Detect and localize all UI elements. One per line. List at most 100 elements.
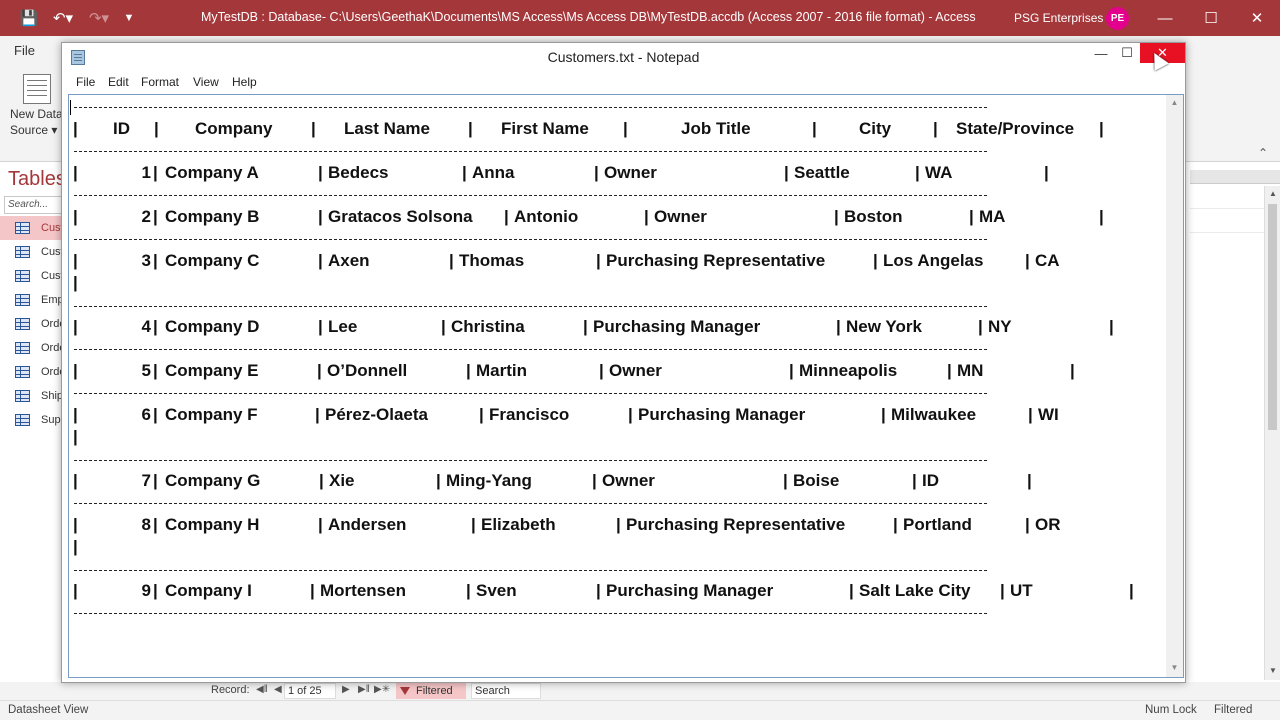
first-record-icon[interactable]: ◀‖ [256, 684, 268, 695]
column-header: First Name [501, 119, 589, 138]
nav-item-label: Customers [41, 270, 62, 282]
column-separator: | [317, 361, 322, 380]
filtered-label: Filtered [416, 685, 453, 697]
customize-toolbar-icon[interactable]: ▼ [120, 0, 138, 36]
table-icon [15, 270, 30, 282]
previous-record-icon[interactable]: ◀ [274, 684, 282, 695]
nav-item-table[interactable]: Shippers [0, 384, 62, 408]
nav-item-table[interactable]: Customers [0, 240, 62, 264]
column-separator: | [154, 119, 159, 138]
column-separator: | [881, 405, 886, 424]
save-icon[interactable]: 💾 [18, 0, 40, 36]
column-separator: | [1099, 119, 1104, 138]
cell-last: O’Donnell [327, 361, 408, 380]
nav-item-table[interactable]: Customers [0, 216, 62, 240]
column-header: Job Title [681, 119, 751, 138]
cell-company: Company D [165, 317, 260, 336]
row-separator [74, 195, 987, 196]
access-titlebar: 💾 ↶▾ ↷▾ ▼ MyTestDB : Database- C:\Users\… [0, 0, 1280, 36]
row-separator [74, 460, 987, 461]
nav-heading[interactable]: Tables [8, 168, 66, 191]
column-separator: | [462, 163, 467, 182]
column-separator: | [153, 207, 158, 226]
notepad-window: Customers.txt - Notepad — ☐ ✕ File Edit … [61, 42, 1186, 683]
cell-last: Xie [329, 471, 355, 490]
row-separator [74, 393, 987, 394]
menu-format[interactable]: Format [141, 75, 179, 89]
cell-job: Owner [654, 207, 707, 226]
next-record-icon[interactable]: ▶ [342, 684, 350, 695]
collapse-ribbon-icon[interactable]: ⌃ [1258, 146, 1268, 160]
row-separator [74, 107, 987, 108]
nav-search-input[interactable]: Search... [4, 196, 62, 214]
cell-first: Francisco [489, 405, 570, 424]
datasheet-vertical-scrollbar[interactable]: ▲ ▼ [1264, 186, 1280, 680]
nav-item-table[interactable]: Orders [0, 360, 62, 384]
column-separator: | [319, 471, 324, 490]
avatar[interactable]: PE [1106, 7, 1129, 30]
column-separator: | [466, 361, 471, 380]
notepad-minimize-icon[interactable]: — [1087, 43, 1115, 63]
column-separator: | [947, 361, 952, 380]
access-minimize-icon[interactable]: — [1142, 0, 1188, 36]
new-record-icon[interactable]: ▶✳ [374, 684, 390, 695]
column-separator: | [471, 515, 476, 534]
cell-city: Milwaukee [891, 405, 977, 424]
notepad-maximize-icon[interactable]: ☐ [1115, 43, 1139, 63]
column-separator: | [318, 207, 323, 226]
nav-item-table[interactable]: Customers [0, 264, 62, 288]
cell-city: Boise [793, 471, 840, 490]
nav-item-table[interactable]: Orders [0, 312, 62, 336]
nav-item-table[interactable]: Employees [0, 288, 62, 312]
notepad-titlebar[interactable]: Customers.txt - Notepad — ☐ ✕ [62, 43, 1185, 72]
table-icon [15, 414, 30, 426]
notepad-scroll-down-icon[interactable]: ▼ [1166, 663, 1183, 672]
row-wrap-pipe: | [73, 273, 78, 292]
filtered-toggle[interactable]: Filtered [396, 683, 466, 699]
new-data-source-button[interactable]: New Data Source ▾ [10, 106, 63, 138]
nav-item-label: Suppliers [41, 414, 62, 426]
notepad-scroll-up-icon[interactable]: ▲ [1166, 98, 1183, 107]
scroll-thumb[interactable] [1268, 204, 1277, 430]
row-end-pipe: | [1044, 163, 1049, 182]
column-separator: | [311, 119, 316, 138]
record-position-input[interactable]: 1 of 25 [284, 683, 336, 699]
notepad-vertical-scrollbar[interactable]: ▲ ▼ [1166, 95, 1183, 677]
row-start-pipe: | [73, 317, 78, 336]
column-separator: | [318, 515, 323, 534]
status-bar: Datasheet View Num Lock Filtered [0, 700, 1280, 720]
cell-job: Purchasing Manager [606, 581, 774, 600]
file-tab[interactable]: File [14, 43, 35, 58]
scroll-down-icon[interactable]: ▼ [1265, 666, 1280, 675]
record-search-input[interactable]: Search [471, 683, 541, 699]
text-caret [70, 100, 71, 115]
row-wrap-pipe: | [73, 427, 78, 446]
menu-file[interactable]: File [76, 75, 95, 89]
scroll-up-icon[interactable]: ▲ [1265, 189, 1280, 198]
nav-item-label: Customers [41, 222, 62, 234]
account-name[interactable]: PSG Enterprises [1014, 11, 1103, 25]
last-record-icon[interactable]: ▶‖ [358, 684, 370, 695]
row-end-pipe: | [1109, 317, 1114, 336]
column-separator: | [596, 581, 601, 600]
menu-edit[interactable]: Edit [108, 75, 129, 89]
column-separator: | [912, 471, 917, 490]
cell-job: Owner [602, 471, 655, 490]
cell-state: MN [957, 361, 984, 380]
column-separator: | [318, 251, 323, 270]
new-data-source-icon[interactable] [23, 74, 51, 104]
redo-icon[interactable]: ↷▾ [84, 0, 114, 36]
access-maximize-icon[interactable]: ☐ [1188, 0, 1234, 36]
menu-view[interactable]: View [193, 75, 219, 89]
menu-help[interactable]: Help [232, 75, 257, 89]
nav-item-table[interactable]: Suppliers [0, 408, 62, 432]
datasheet-gridline [1190, 232, 1264, 233]
cell-company: Company B [165, 207, 260, 226]
column-separator: | [73, 119, 78, 138]
undo-icon[interactable]: ↶▾ [48, 0, 78, 36]
access-close-icon[interactable]: ✕ [1234, 0, 1280, 36]
notepad-text-area[interactable]: ▲ ▼ | | | | | | | | ID Company Last Name First Name… [68, 94, 1184, 678]
cell-last: Andersen [328, 515, 407, 534]
column-separator: | [1025, 515, 1030, 534]
nav-item-table[interactable]: Orders [0, 336, 62, 360]
